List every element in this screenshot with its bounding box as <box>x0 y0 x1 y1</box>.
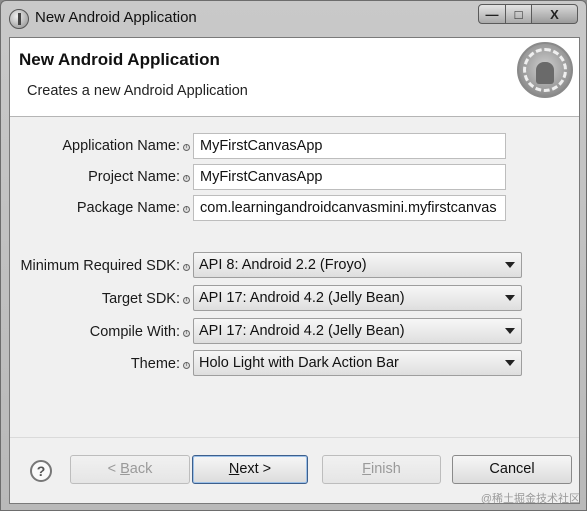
application-name-input[interactable]: MyFirstCanvasApp <box>193 133 506 159</box>
info-icon: i <box>183 175 190 182</box>
back-button[interactable]: < Back <box>70 455 190 484</box>
package-name-input[interactable]: com.learningandroidcanvasmini.myfirstcan… <box>193 195 506 221</box>
info-icon: i <box>183 264 190 271</box>
info-icon: i <box>183 206 190 213</box>
maximize-button[interactable]: □ <box>506 4 532 24</box>
theme-value: Holo Light with Dark Action Bar <box>199 355 399 371</box>
eclipse-app-icon <box>9 9 29 29</box>
cancel-button[interactable]: Cancel <box>452 455 572 484</box>
wizard-header: New Android Application Creates a new An… <box>10 38 579 117</box>
page-title: New Android Application <box>19 50 220 69</box>
info-icon: i <box>183 297 190 304</box>
help-icon[interactable]: ? <box>30 460 52 482</box>
application-name-label: Application Name: <box>62 138 180 154</box>
compile-with-select[interactable]: API 17: Android 4.2 (Jelly Bean) <box>193 318 522 344</box>
minimize-button[interactable]: — <box>478 4 506 24</box>
min-sdk-label: Minimum Required SDK: <box>20 258 180 274</box>
wizard-page: New Android Application Creates a new An… <box>9 37 580 504</box>
next-button[interactable]: Next > <box>192 455 308 484</box>
page-description: Creates a new Android Application <box>27 83 248 99</box>
chevron-down-icon <box>505 295 515 301</box>
info-icon: i <box>183 330 190 337</box>
android-logo-icon <box>517 42 573 98</box>
chevron-down-icon <box>505 328 515 334</box>
close-button[interactable]: X <box>532 4 578 24</box>
target-sdk-label: Target SDK: <box>101 291 180 307</box>
info-icon: i <box>183 144 190 151</box>
min-sdk-select[interactable]: API 8: Android 2.2 (Froyo) <box>193 252 522 278</box>
title-bar[interactable]: New Android Application — □ X <box>1 1 586 37</box>
compile-with-label: Compile With: <box>89 324 180 340</box>
chevron-down-icon <box>505 360 515 366</box>
finish-button[interactable]: Finish <box>322 455 441 484</box>
target-sdk-value: API 17: Android 4.2 (Jelly Bean) <box>199 290 405 306</box>
wizard-window: New Android Application — □ X New Androi… <box>0 0 587 511</box>
project-name-input[interactable]: MyFirstCanvasApp <box>193 164 506 190</box>
chevron-down-icon <box>505 262 515 268</box>
package-name-label: Package Name: <box>76 200 180 216</box>
window-controls: — □ X <box>478 4 578 24</box>
watermark-text: @稀土掘金技术社区 <box>480 493 580 505</box>
info-icon: i <box>183 362 190 369</box>
min-sdk-value: API 8: Android 2.2 (Froyo) <box>199 257 367 273</box>
compile-with-value: API 17: Android 4.2 (Jelly Bean) <box>199 323 405 339</box>
theme-select[interactable]: Holo Light with Dark Action Bar <box>193 350 522 376</box>
project-name-label: Project Name: <box>88 169 180 185</box>
target-sdk-select[interactable]: API 17: Android 4.2 (Jelly Bean) <box>193 285 522 311</box>
window-title: New Android Application <box>35 9 197 26</box>
theme-label: Theme: <box>130 356 180 372</box>
